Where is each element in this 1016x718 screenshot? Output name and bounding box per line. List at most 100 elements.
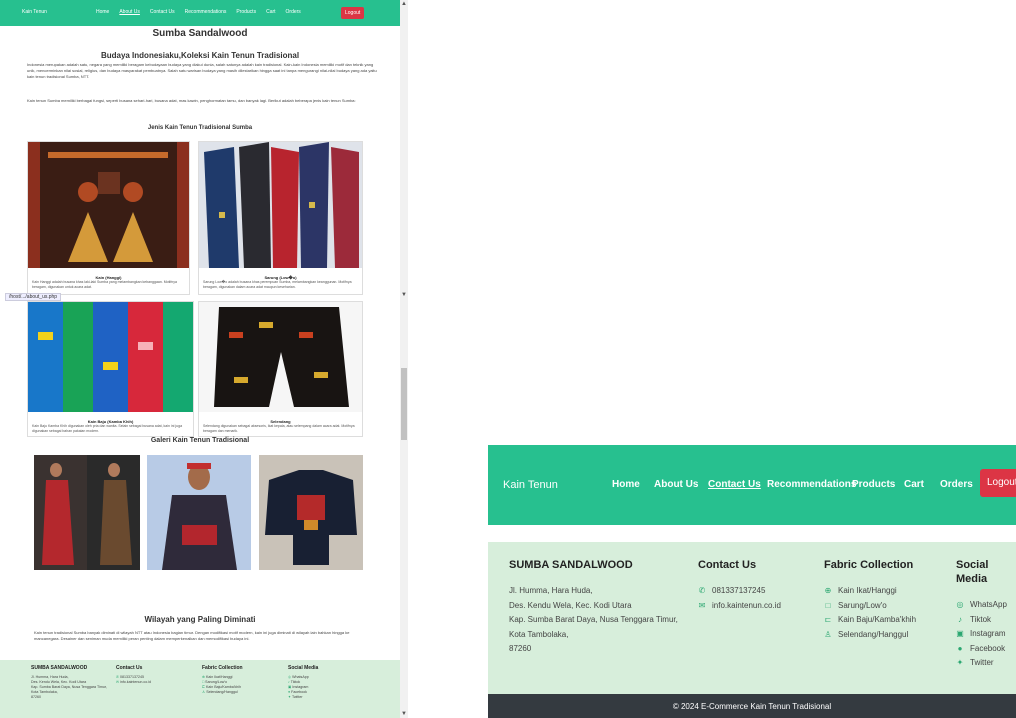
fabric-link-text: Kain Ikat/Hanggi [206, 675, 233, 679]
footer-fabric-column: Fabric Collection ⊕ Kain Ikat/Hanggi □ Sar… [824, 558, 916, 642]
fabric-link-text: Sarung/Low'o [838, 600, 887, 610]
social-link-text: Twitter [291, 695, 303, 699]
social-link-instagram[interactable]: ▣ Instagram [956, 627, 1016, 642]
address-line: Kota Tambolaka, [509, 629, 569, 639]
gallery-image-jacket[interactable] [259, 455, 363, 570]
whatsapp-icon: ◎ [956, 600, 964, 609]
nav-recommendations-large[interactable]: Recommendations [767, 479, 856, 490]
contact-phone[interactable]: ✆ 081337137245 [698, 584, 781, 599]
fabric-link[interactable]: □ Sarung/Low'o [824, 599, 916, 614]
page-screenshot-left: Sumba Sandalwood Budaya Indonesiaku,Kole… [0, 0, 408, 718]
footer-brand-title: SUMBA SANDALWOOD [509, 559, 633, 571]
product-card-kamba[interactable]: Kain Baju (Kamba Khih) Kain Baju Kamba K… [27, 301, 194, 437]
address-line: 87260 [31, 695, 41, 699]
spacer [488, 525, 1016, 542]
contact-phone-text: 081337137245 [120, 675, 144, 679]
address-line: Kap. Sumba Barat Daya, Nusa Tenggara Tim… [509, 615, 678, 624]
brand-link[interactable]: Kain Tenun [22, 9, 47, 15]
navbar-small: Kain Tenun Home About Us Contact Us Reco… [0, 0, 400, 26]
nav-products-large[interactable]: Products [852, 479, 895, 490]
footer-social-title: Social Media [956, 559, 989, 585]
kamba-image [28, 302, 193, 412]
footer-social-column: Social Media ◎ WhatsApp ♪ Tiktok ▣ Instagra… [956, 558, 1016, 671]
social-link-text: Tiktok [970, 614, 992, 624]
footer-small-brand: SUMBA SANDALWOOD Jl. Humma, Hara Huda, D… [31, 666, 111, 700]
copyright-bar: © 2024 E-Commerce Kain Tenun Tradisional [488, 694, 1016, 718]
fabric-link[interactable]: ♙ Selendang/Hanggul [202, 690, 243, 695]
nav-orders[interactable]: Orders [286, 9, 301, 15]
nav-contact-us-large[interactable]: Contact Us [708, 479, 761, 490]
address-line: 87260 [509, 644, 532, 653]
product-card-hanggi[interactable]: Kain (Hanggi) Kain Hanggi adalah busana … [27, 141, 190, 295]
brand-link-large[interactable]: Kain Tenun [503, 479, 558, 491]
gallery-image-model[interactable] [147, 455, 251, 570]
product-card-sarung[interactable]: Sarung (Low�o) Sarung Low�o adalah busan… [198, 141, 363, 295]
wilayah-paragraph: Kain tenun tradisional Sumba banyak dimi… [34, 630, 350, 641]
globe-icon: ⊕ [824, 586, 832, 595]
social-link-twitter[interactable]: ✦ Twitter [956, 656, 1016, 671]
contact-email-text: info.kaintenun.co.id [712, 600, 781, 610]
nav-products[interactable]: Products [236, 9, 256, 15]
social-link-text: Instagram [292, 685, 309, 689]
scroll-down-arrow-icon[interactable]: ▼ [400, 292, 408, 300]
social-link-text: Facebook [291, 690, 307, 694]
footer-fabric-title: Fabric Collection [824, 559, 914, 571]
tiktok-icon: ♪ [288, 680, 290, 684]
fabric-link[interactable]: ⊏ Kain Baju/Kamba'khih [824, 613, 916, 628]
nav-contact-us[interactable]: Contact Us [150, 9, 175, 15]
social-link-whatsapp[interactable]: ◎ WhatsApp [956, 598, 1016, 613]
footer-small-contact: Contact Us ✆ 081337137245 ✉ info.kainten… [116, 666, 151, 685]
scroll-up-arrow-icon[interactable]: ▲ [400, 0, 408, 8]
facebook-icon: ● [957, 643, 963, 653]
contact-phone-text: 081337137245 [712, 586, 766, 595]
footer-small-contact-title: Contact Us [116, 665, 143, 671]
bracket-icon: ⊏ [824, 615, 832, 624]
email-icon: ✉ [116, 680, 120, 684]
nav-about-us[interactable]: About Us [119, 9, 140, 15]
nav-cart[interactable]: Cart [266, 9, 275, 15]
gallery-image-runway[interactable] [34, 455, 140, 570]
scrollbar-thumb[interactable] [401, 368, 407, 440]
twitter-icon: ✦ [288, 695, 292, 699]
footer-contact-column: Contact Us ✆ 081337137245 ✉ info.kaintenun… [698, 558, 781, 613]
fabric-link-text: Kain Baju/Kamba'khih [206, 685, 242, 689]
nav-orders-large[interactable]: Orders [940, 479, 973, 490]
square-icon: □ [202, 680, 205, 684]
phone-icon: ✆ [116, 675, 120, 679]
nav-about-us-large[interactable]: About Us [654, 479, 698, 490]
fabric-link[interactable]: ♙ Selendang/Hanggul [824, 628, 916, 643]
social-link-facebook[interactable]: ● Facebook [956, 642, 1016, 657]
scroll-bottom-arrow-icon[interactable]: ▼ [400, 710, 408, 718]
person-icon: ♙ [824, 629, 832, 639]
nav-home[interactable]: Home [96, 9, 109, 15]
card-desc: Kain Hanggi adalah busana khas laki-laki… [32, 280, 177, 289]
logout-button-large[interactable]: Logout [980, 469, 1016, 497]
fabric-link-text: Selendang/Hanggul [206, 690, 238, 694]
nav-cart-large[interactable]: Cart [904, 479, 924, 490]
navbar-large: Kain Tenun Home About Us Contact Us Reco… [488, 445, 1016, 525]
fabric-link-text: Kain Baju/Kamba'khih [838, 615, 917, 624]
square-icon: □ [825, 600, 831, 610]
whatsapp-icon: ◎ [288, 675, 292, 679]
contact-email[interactable]: ✉ info.kaintenun.co.id [116, 680, 151, 685]
nav-recommendations[interactable]: Recommendations [185, 9, 227, 15]
person-icon: ♙ [202, 690, 206, 694]
fabric-link[interactable]: ⊕ Kain Ikat/Hanggi [824, 584, 916, 599]
hanggi-image [28, 142, 189, 268]
intro-paragraph-2: Kain tenun Sumba memiliki berbagai fungs… [27, 98, 356, 103]
nav-home-large[interactable]: Home [612, 479, 640, 490]
status-bar-url: /host/.../about_us.php [5, 293, 62, 301]
galeri-heading: Galeri Kain Tenun Tradisional [150, 437, 250, 444]
page-heading: Budaya Indonesiaku,Koleksi Kain Tenun Tr… [100, 51, 300, 60]
logout-button[interactable]: Logout [341, 7, 365, 19]
footer-small-brand-title: SUMBA SANDALWOOD [31, 665, 88, 671]
bracket-icon: ⊏ [202, 685, 206, 689]
social-link-tiktok[interactable]: ♪ Tiktok [956, 613, 1016, 628]
contact-email[interactable]: ✉ info.kaintenun.co.id [698, 599, 781, 614]
jenis-heading: Jenis Kain Tenun Tradisional Sumba [147, 125, 253, 131]
scrollbar[interactable]: ▲ ▼ ▼ [400, 0, 408, 718]
product-card-selendang[interactable]: Selendang Selendang digunakan sebagai ak… [198, 301, 363, 437]
social-link-text: Twitter [970, 658, 994, 667]
social-link[interactable]: ✦ Twitter [288, 695, 318, 700]
contact-email-text: info.kaintenun.co.id [120, 680, 151, 684]
